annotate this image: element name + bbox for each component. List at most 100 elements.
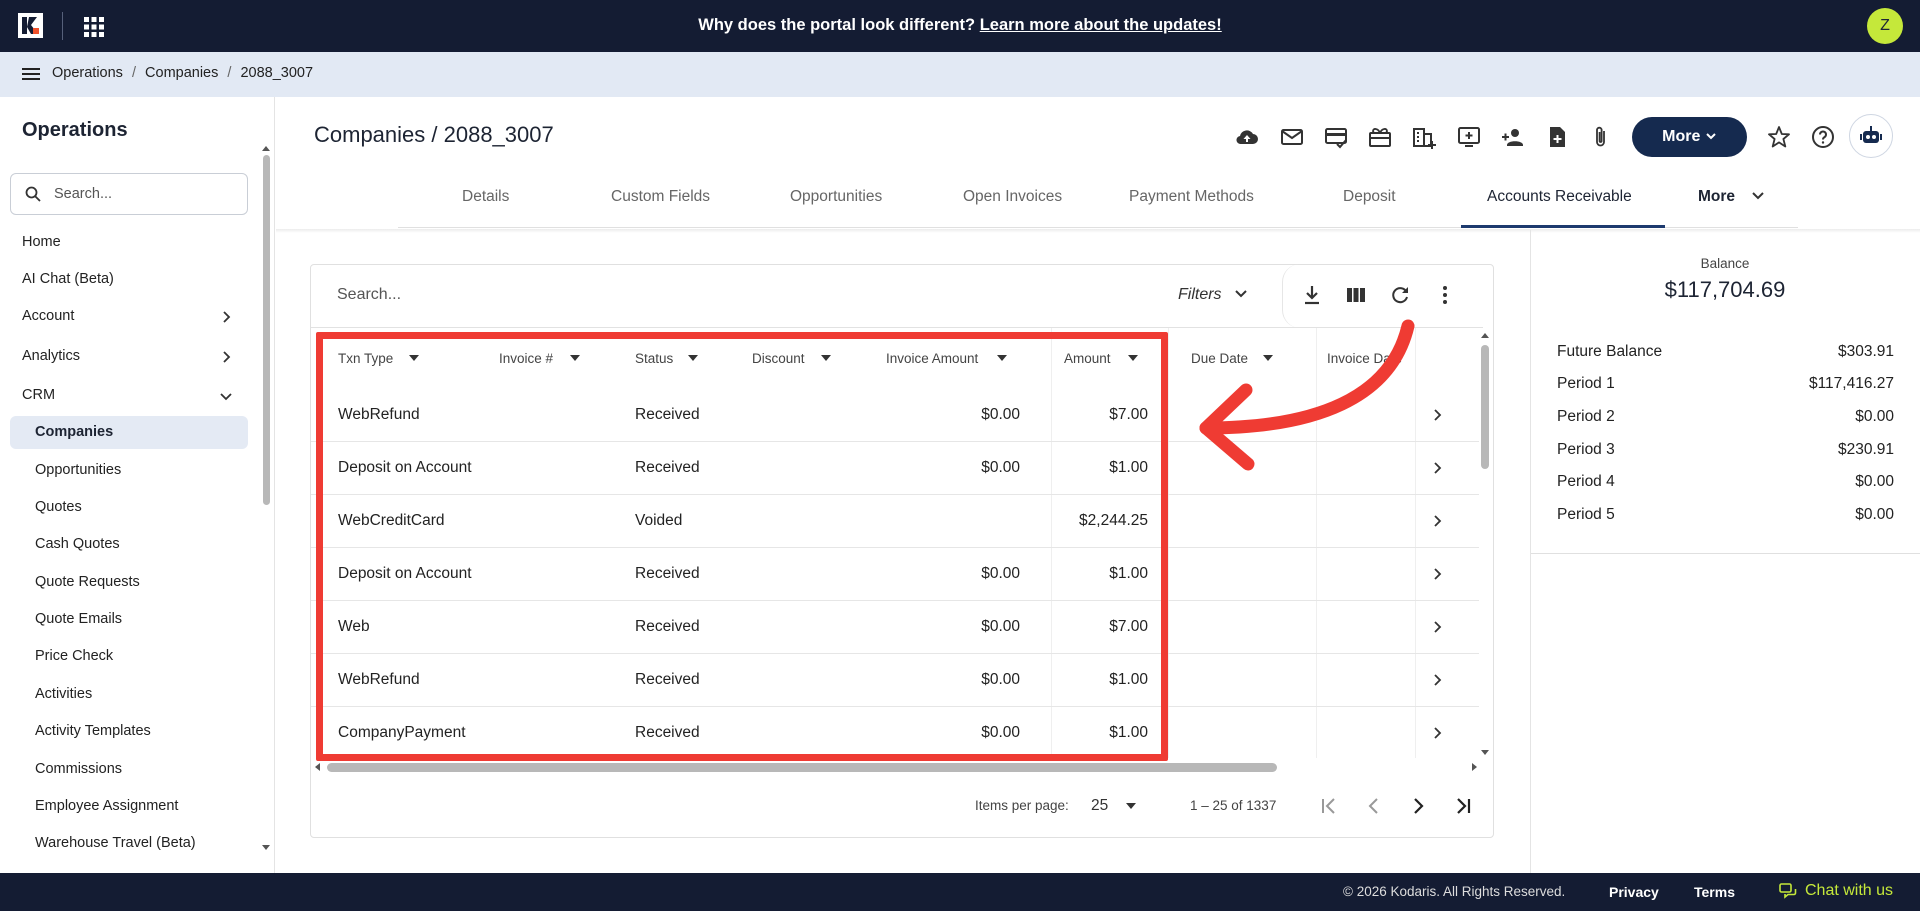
add-document-icon[interactable] (1544, 124, 1570, 150)
sidebar-item-quotes[interactable]: Quotes (35, 499, 82, 515)
add-person-icon[interactable] (1500, 124, 1526, 150)
balance-period-row: Period 3 $230.91 (1557, 441, 1894, 459)
sidebar-item-employee-assignment[interactable]: Employee Assignment (35, 798, 178, 814)
filters-button[interactable]: Filters (1178, 286, 1248, 304)
cloud-upload-icon[interactable] (1234, 124, 1260, 150)
sidebar-item-home[interactable]: Home (22, 234, 61, 250)
grid-horizontal-scrollbar-thumb[interactable] (327, 763, 1277, 772)
privacy-link[interactable]: Privacy (1609, 884, 1659, 900)
row-open-chevron-icon[interactable] (1431, 462, 1443, 474)
tab-accounts-receivable[interactable]: Accounts Receivable (1487, 188, 1632, 206)
breadcrumb-companies[interactable]: Companies (145, 65, 218, 81)
previous-page-icon[interactable] (1362, 794, 1386, 818)
sidebar-item-crm[interactable]: CRM (22, 387, 55, 403)
period-label: Future Balance (1557, 343, 1663, 360)
sidebar-item-analytics[interactable]: Analytics (22, 348, 80, 364)
more-vert-icon[interactable] (1434, 284, 1456, 306)
attachment-icon[interactable] (1588, 124, 1614, 150)
sidebar-item-opportunities[interactable]: Opportunities (35, 462, 121, 478)
sidebar-item-warehouse-travel[interactable]: Warehouse Travel (Beta) (35, 835, 196, 851)
sidebar-item-price-check[interactable]: Price Check (35, 648, 113, 664)
chat-with-us-button[interactable]: Chat with us (1805, 882, 1893, 900)
credit-card-check-icon[interactable] (1323, 124, 1349, 150)
sidebar-item-cash-quotes[interactable]: Cash Quotes (35, 536, 120, 552)
sidebar-item-ai-chat[interactable]: AI Chat (Beta) (22, 271, 114, 287)
balance-panel (1530, 230, 1920, 873)
row-open-chevron-icon[interactable] (1431, 568, 1443, 580)
sidebar-search-input[interactable]: Search... (10, 173, 248, 215)
assistant-button[interactable] (1849, 114, 1893, 158)
breadcrumb-current: 2088_3007 (240, 65, 314, 81)
page-title: Companies / 2088_3007 (314, 122, 554, 147)
add-company-icon[interactable] (1411, 124, 1437, 150)
chat-icon (1779, 883, 1797, 899)
tab-opportunities[interactable]: Opportunities (790, 188, 882, 206)
sidebar-item-quote-emails[interactable]: Quote Emails (35, 611, 122, 627)
next-page-icon[interactable] (1406, 794, 1430, 818)
menu-icon[interactable] (22, 66, 40, 82)
announcement-link[interactable]: Learn more about the updates! (980, 16, 1222, 34)
last-page-icon[interactable] (1450, 794, 1474, 818)
gift-card-icon[interactable] (1367, 124, 1393, 150)
more-actions-button[interactable]: More (1632, 117, 1747, 157)
robot-icon (1860, 126, 1882, 143)
page-size-value: 25 (1091, 797, 1109, 814)
period-value: $0.00 (1855, 408, 1894, 425)
sidebar-item-activities[interactable]: Activities (35, 686, 92, 702)
period-value: $117,416.27 (1808, 375, 1894, 392)
active-tab-indicator (1461, 225, 1665, 228)
row-open-chevron-icon[interactable] (1431, 409, 1443, 421)
chevron-down-icon[interactable] (220, 390, 232, 402)
tab-payment-methods[interactable]: Payment Methods (1129, 188, 1254, 206)
sidebar-scrollbar-thumb[interactable] (263, 155, 270, 505)
tab-deposit[interactable]: Deposit (1343, 188, 1396, 206)
add-to-queue-icon[interactable] (1456, 124, 1482, 150)
period-label: Period 4 (1557, 473, 1615, 490)
period-label: Period 5 (1557, 506, 1615, 523)
balance-period-row: Period 4 $0.00 (1557, 473, 1894, 491)
row-open-chevron-icon[interactable] (1431, 727, 1443, 739)
tab-more-label: More (1698, 188, 1736, 205)
row-open-chevron-icon[interactable] (1431, 674, 1443, 686)
breadcrumb-bar: Operations / Companies / 2088_3007 (0, 52, 1920, 97)
breadcrumb: Operations / Companies / 2088_3007 (52, 65, 313, 81)
chevron-right-icon[interactable] (220, 311, 232, 323)
tab-more[interactable]: More (1698, 188, 1765, 206)
chevron-down-icon (1125, 803, 1136, 809)
help-icon[interactable] (1810, 124, 1836, 150)
tab-custom-fields[interactable]: Custom Fields (611, 188, 710, 206)
tab-details[interactable]: Details (462, 188, 509, 206)
page-size-select[interactable]: 25 (1091, 797, 1137, 815)
refresh-icon[interactable] (1389, 284, 1411, 306)
avatar[interactable]: Z (1867, 8, 1903, 44)
mail-icon[interactable] (1279, 124, 1305, 150)
breadcrumb-operations[interactable]: Operations (52, 65, 123, 81)
announcement: Why does the portal look different? Lear… (0, 16, 1920, 35)
period-value: $0.00 (1855, 473, 1894, 490)
terms-link[interactable]: Terms (1694, 884, 1735, 900)
balance-period-row: Future Balance $303.91 (1557, 343, 1894, 361)
chevron-right-icon[interactable] (220, 351, 232, 363)
grid-search-input[interactable]: Search... (337, 286, 401, 304)
row-open-chevron-icon[interactable] (1431, 621, 1443, 633)
period-value: $0.00 (1855, 506, 1894, 523)
sidebar-item-quote-requests[interactable]: Quote Requests (35, 574, 140, 590)
breadcrumb-separator: / (227, 65, 232, 81)
first-page-icon[interactable] (1318, 794, 1342, 818)
sidebar-item-commissions[interactable]: Commissions (35, 761, 122, 777)
period-label: Period 3 (1557, 441, 1615, 458)
download-icon[interactable] (1301, 284, 1323, 306)
columns-icon[interactable] (1345, 284, 1367, 306)
balance-label: Balance (1700, 256, 1750, 271)
grid-vertical-scrollbar-thumb[interactable] (1481, 345, 1489, 469)
chevron-down-icon (1706, 133, 1716, 140)
star-icon[interactable] (1766, 124, 1792, 150)
annotation-highlight-box (316, 332, 1168, 761)
more-actions-label: More (1662, 128, 1701, 145)
period-label: Period 2 (1557, 408, 1615, 425)
sidebar-item-companies[interactable]: Companies (35, 424, 113, 440)
row-open-chevron-icon[interactable] (1431, 515, 1443, 527)
sidebar-item-activity-templates[interactable]: Activity Templates (35, 723, 151, 739)
tab-open-invoices[interactable]: Open Invoices (963, 188, 1062, 206)
sidebar-item-account[interactable]: Account (22, 308, 74, 324)
